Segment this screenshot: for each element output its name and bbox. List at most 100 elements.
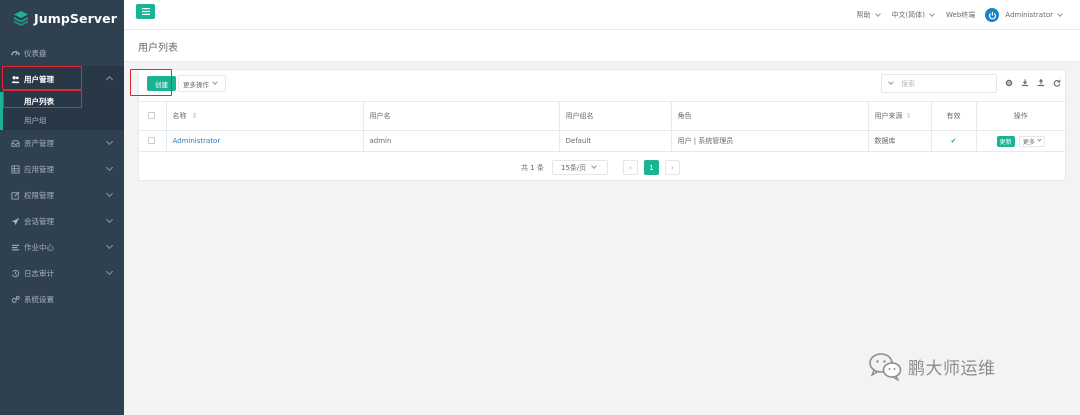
inbox-icon [11, 139, 20, 148]
column-header-label: 名称 [172, 112, 187, 120]
chevron-down-icon [888, 79, 894, 85]
wechat-icon [869, 353, 902, 381]
sidebar-item-sessions[interactable]: 会话管理 [0, 208, 124, 234]
sidebar-subitem-user-list[interactable]: 用户列表 [3, 92, 124, 111]
user-dropdown[interactable]: Administrator [985, 8, 1063, 22]
user-name-link[interactable]: Administrator [173, 137, 221, 145]
chevron-down-icon [591, 163, 598, 169]
paper-plane-icon [11, 217, 20, 226]
row-select-cell [139, 130, 167, 152]
web-terminal-label: Web终端 [946, 11, 976, 19]
dashboard-icon [11, 49, 20, 58]
avatar [985, 8, 1000, 22]
page-button-current[interactable]: 1 [643, 160, 659, 175]
language-label: 中文(简体) [891, 11, 926, 19]
chevron-down-icon [105, 215, 114, 224]
help-dropdown[interactable]: 帮助 [856, 10, 881, 20]
chevron-down-icon [105, 189, 114, 198]
sidebar-item-jobs[interactable]: 作业中心 [0, 234, 124, 260]
menu-toggle-button[interactable] [136, 4, 155, 19]
cell-source: 数据库 [868, 130, 932, 152]
cell-group: Default [559, 130, 672, 152]
settings-icon[interactable] [1005, 78, 1013, 87]
sidebar-subitem-user-group[interactable]: 用户组 [3, 111, 124, 130]
column-header-valid: 有效 [931, 101, 977, 131]
update-button[interactable]: 更新 [996, 135, 1015, 147]
users-table: 名称 ⇕ 用户名 用户组名 角色 用户来源 ⇕ 有效 操作 Administra… [139, 101, 1065, 152]
user-name: Administrator [1005, 11, 1053, 19]
hamburger-icon [141, 8, 150, 15]
search-input[interactable]: 搜索 [881, 74, 997, 93]
chevron-down-icon [1057, 10, 1063, 17]
upload-icon[interactable] [1037, 78, 1045, 87]
bars-icon [11, 243, 20, 252]
history-icon [11, 269, 20, 278]
web-terminal-link[interactable]: Web终端 [946, 10, 975, 20]
sidebar-item-audit-logs[interactable]: 日志审计 [0, 260, 124, 286]
page-size-select[interactable]: 15条/页 [551, 160, 608, 175]
chevron-down-icon [105, 241, 114, 250]
jumpserver-logo-icon [14, 11, 28, 26]
sidebar-item-user-management[interactable]: 用户管理 [0, 66, 124, 92]
logo-text: JumpServer [34, 10, 117, 26]
page-size-label: 15条/页 [560, 163, 587, 172]
download-icon[interactable] [1021, 78, 1029, 87]
check-icon: ✔ [950, 137, 957, 145]
top-navbar: 帮助 中文(简体) Web终端 Administrator [124, 0, 1080, 30]
sidebar-item-applications[interactable]: 应用管理 [0, 156, 124, 182]
total-count: 共 1 条 [521, 163, 544, 172]
column-header-name[interactable]: 名称 ⇕ [166, 101, 364, 131]
column-header-label: 用户来源 [874, 112, 903, 120]
more-actions-dropdown[interactable]: 更多操作 [178, 75, 226, 92]
sidebar-item-label: 会话管理 [24, 216, 54, 226]
sidebar: JumpServer 仪表盘 用户管理 用户列表 用户组 资产管理 应用管理 权… [0, 0, 124, 415]
page-title: 用户列表 [138, 43, 178, 54]
chevron-up-icon [105, 75, 114, 84]
watermark: 鹏大师运维 [868, 351, 996, 381]
select-all-cell [139, 101, 167, 131]
sidebar-item-label: 仪表盘 [24, 48, 47, 58]
sidebar-item-settings[interactable]: 系统设置 [0, 286, 124, 312]
grid-icon [11, 164, 20, 174]
next-page-button[interactable]: › [664, 160, 680, 175]
column-header-role: 角色 [671, 101, 869, 131]
row-more-dropdown[interactable]: 更多 [1018, 135, 1045, 147]
chevron-down-icon [212, 79, 218, 85]
sidebar-item-label: 权限管理 [24, 190, 54, 200]
language-dropdown[interactable]: 中文(简体) [891, 10, 935, 20]
row-checkbox[interactable] [148, 136, 155, 144]
chevron-down-icon [874, 10, 881, 17]
sidebar-item-permissions[interactable]: 权限管理 [0, 182, 124, 208]
select-all-checkbox[interactable] [148, 111, 155, 119]
gears-icon [11, 295, 20, 304]
cell-name: Administrator [166, 130, 364, 152]
prev-page-button[interactable]: ‹ [622, 160, 638, 175]
table-row: Administrator admin Default 用户 | 系统管理员 数… [139, 130, 1065, 152]
chevron-down-icon [929, 10, 935, 17]
user-list-panel: 创建 更多操作 搜索 名称 ⇕ 用户名 用户组名 角色 用户来源 ⇕ 有效 操作… [138, 69, 1066, 181]
table-header-row: 名称 ⇕ 用户名 用户组名 角色 用户来源 ⇕ 有效 操作 [139, 101, 1065, 131]
logo[interactable]: JumpServer [0, 0, 124, 36]
edit-icon [11, 191, 20, 200]
create-button[interactable]: 创建 [147, 76, 176, 91]
sidebar-item-assets[interactable]: 资产管理 [0, 130, 124, 156]
column-header-source: 用户来源 ⇕ [868, 101, 932, 131]
sidebar-nav-rest: 资产管理 应用管理 权限管理 会话管理 作业中心 日志审计 系统设置 [0, 130, 124, 312]
search-placeholder: 搜索 [901, 79, 915, 88]
sidebar-item-label: 系统设置 [24, 294, 54, 304]
users-icon [11, 75, 20, 84]
page-header: 用户列表 [124, 30, 1080, 62]
cell-actions: 更新 更多 [976, 130, 1065, 152]
watermark-text: 鹏大师运维 [908, 358, 996, 379]
refresh-icon[interactable] [1053, 78, 1061, 87]
sidebar-nav: 仪表盘 用户管理 [0, 40, 124, 92]
sidebar-subitem-label: 用户组 [24, 116, 47, 125]
column-header-username: 用户名 [363, 101, 560, 131]
chevron-down-icon [1037, 137, 1042, 142]
sidebar-item-dashboard[interactable]: 仪表盘 [0, 40, 124, 66]
chevron-down-icon [105, 137, 114, 146]
help-label: 帮助 [856, 11, 871, 19]
sidebar-item-label: 用户管理 [24, 74, 54, 84]
column-header-actions: 操作 [976, 101, 1065, 131]
cell-role: 用户 | 系统管理员 [671, 130, 869, 152]
